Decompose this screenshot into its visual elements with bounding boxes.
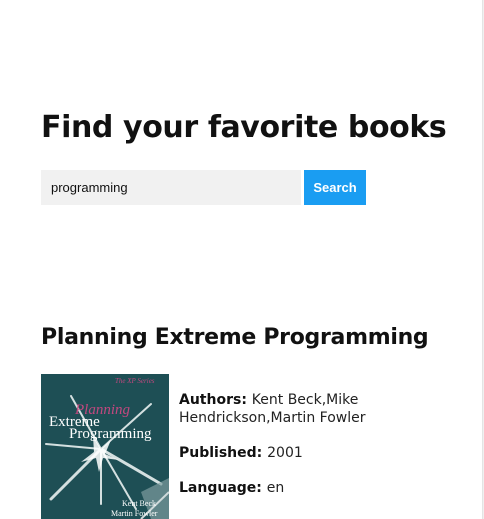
book-cover-image[interactable]: The XP Series Planning Extreme Programmi… (41, 374, 169, 519)
language-row: Language: en (179, 479, 409, 497)
published-row: Published: 2001 (179, 444, 409, 462)
language-label: Language: (179, 480, 267, 496)
book-title: Planning Extreme Programming (41, 325, 429, 350)
cover-author-1: Kent Beck (122, 499, 156, 508)
search-button[interactable]: Search (304, 170, 366, 205)
published-label: Published: (179, 445, 268, 461)
cover-series-text: The XP Series (115, 377, 155, 385)
authors-label: Authors: (179, 392, 252, 408)
published-value: 2001 (267, 445, 303, 461)
page: Find your favorite books Search Planning… (0, 0, 482, 519)
cover-title-line3: Programming (69, 426, 152, 442)
language-value: en (266, 480, 285, 496)
page-title: Find your favorite books (41, 110, 447, 145)
authors-row: Authors: Kent Beck,Mike Hendrickson,Mart… (179, 391, 409, 427)
book-details: Authors: Kent Beck,Mike Hendrickson,Mart… (179, 391, 409, 514)
search-input[interactable] (41, 170, 301, 205)
cover-author-2: Martin Fowler (111, 509, 158, 518)
search-bar: Search (41, 170, 366, 205)
book-cover-art: The XP Series Planning Extreme Programmi… (41, 374, 169, 519)
